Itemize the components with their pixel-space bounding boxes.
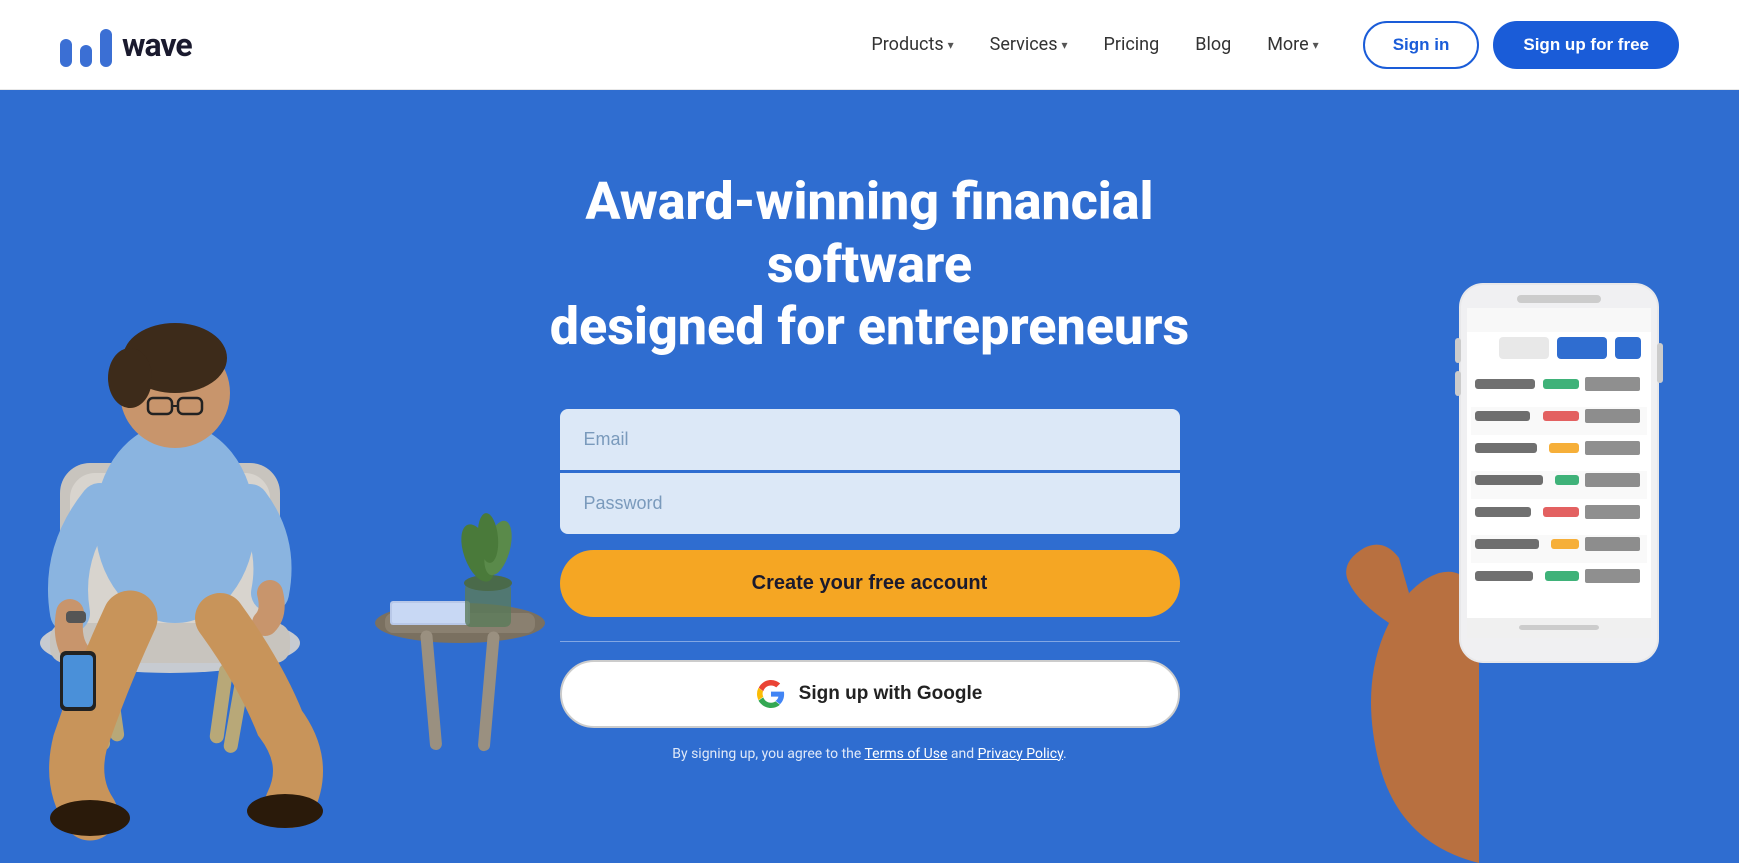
terms-link[interactable]: Terms of Use — [865, 746, 948, 762]
hero-content: Award-winning financial software designe… — [520, 111, 1220, 841]
navbar: wave Products ▾ Services ▾ Pricing Blog … — [0, 0, 1739, 90]
nav-products[interactable]: Products ▾ — [857, 26, 967, 63]
phone-illustration — [1299, 163, 1739, 863]
more-chevron-icon: ▾ — [1313, 38, 1319, 52]
hero-headline: Award-winning financial software designe… — [540, 171, 1200, 358]
nav-links: Products ▾ Services ▾ Pricing Blog More … — [857, 26, 1332, 63]
services-chevron-icon: ▾ — [1062, 38, 1068, 52]
terms-text: By signing up, you agree to the Terms of… — [560, 746, 1180, 762]
password-input[interactable] — [560, 473, 1180, 534]
google-icon — [757, 680, 785, 708]
nav-services[interactable]: Services ▾ — [976, 26, 1082, 63]
hero-section: Award-winning financial software designe… — [0, 90, 1739, 863]
create-account-button[interactable]: Create your free account — [560, 550, 1180, 617]
divider — [560, 641, 1180, 642]
signup-form: Create your free account Sign up with Go… — [560, 409, 1180, 762]
nav-pricing[interactable]: Pricing — [1090, 26, 1174, 63]
logo-area[interactable]: wave — [60, 23, 192, 67]
products-chevron-icon: ▾ — [948, 38, 954, 52]
person-illustration — [0, 163, 430, 863]
signin-button[interactable]: Sign in — [1363, 21, 1480, 69]
nav-buttons: Sign in Sign up for free — [1363, 21, 1679, 69]
nav-more[interactable]: More ▾ — [1253, 26, 1333, 63]
google-signup-button[interactable]: Sign up with Google — [560, 660, 1180, 728]
wave-logo-icon — [60, 23, 112, 67]
email-input[interactable] — [560, 409, 1180, 470]
nav-blog[interactable]: Blog — [1181, 26, 1245, 63]
signup-button[interactable]: Sign up for free — [1493, 21, 1679, 69]
logo-text: wave — [122, 26, 192, 64]
privacy-link[interactable]: Privacy Policy — [978, 746, 1063, 762]
